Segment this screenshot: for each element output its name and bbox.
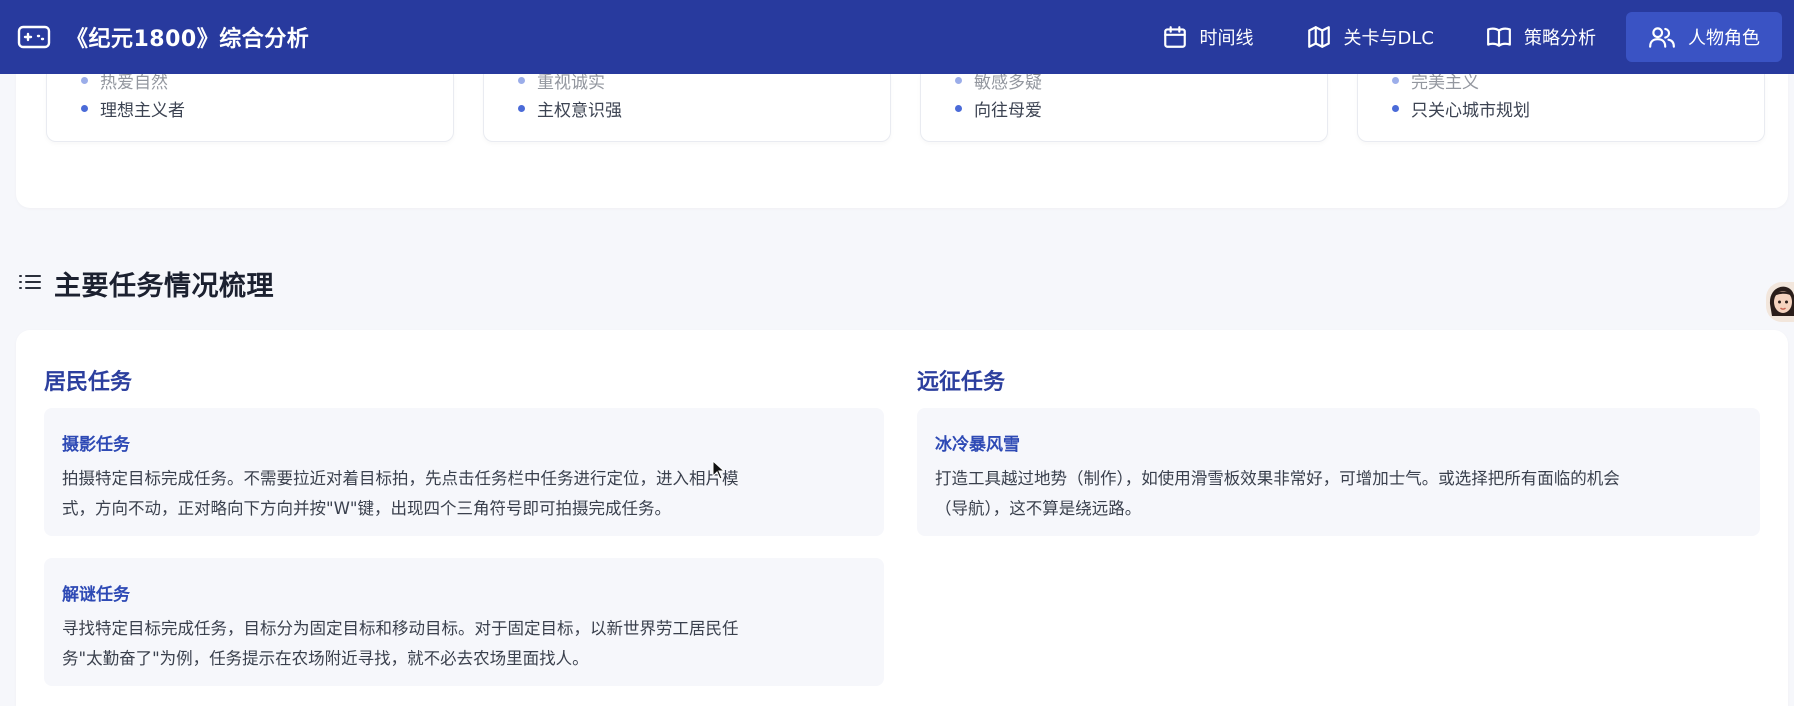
nav-item-levels-dlc[interactable]: 关卡与DLC — [1284, 12, 1456, 62]
users-icon — [1648, 24, 1676, 50]
gamepad-icon — [16, 19, 52, 55]
nav-label: 人物角色 — [1688, 28, 1760, 49]
mouse-cursor-icon — [712, 460, 726, 480]
trait-card: 敏感多疑 向往母爱 — [920, 73, 1328, 142]
nav-label: 时间线 — [1199, 28, 1254, 49]
calendar-icon — [1162, 24, 1188, 50]
task-item-photography: 摄影任务 拍摄特定目标完成任务。不需要拉近对着目标拍，先点击任务栏中任务进行定位… — [44, 408, 884, 536]
task-item-blizzard: 冰冷暴风雪 打造工具越过地势（制作），如使用滑雪板效果非常好，可增加士气。或选择… — [917, 408, 1760, 536]
app-title: 《纪元1800》综合分析 — [66, 27, 310, 52]
task-name: 摄影任务 — [62, 435, 130, 455]
nav-item-timeline[interactable]: 时间线 — [1140, 12, 1276, 62]
list-icon — [18, 272, 42, 296]
trait-item: 向往母爱 — [955, 96, 1042, 121]
nav-label: 关卡与DLC — [1343, 28, 1434, 49]
trait-card: 重视诚实 主权意识强 — [483, 73, 891, 142]
section-header: 主要任务情况梳理 — [18, 264, 274, 303]
trait-item: 只关心城市规划 — [1392, 96, 1530, 121]
book-icon — [1486, 24, 1512, 50]
trait-item: 理想主义者 — [81, 96, 185, 121]
column-title-resident: 居民任务 — [44, 370, 133, 395]
tasks-card: 居民任务 远征任务 摄影任务 拍摄特定目标完成任务。不需要拉近对着目标拍，先点击… — [16, 330, 1788, 706]
trait-card: 热爱自然 理想主义者 — [46, 73, 454, 142]
column-title-expedition: 远征任务 — [917, 370, 1006, 395]
task-description: 拍摄特定目标完成任务。不需要拉近对着目标拍，先点击任务栏中任务进行定位，进入相片… — [62, 469, 739, 518]
nav-label: 策略分析 — [1524, 28, 1596, 49]
nav-item-characters[interactable]: 人物角色 — [1626, 12, 1782, 62]
task-description: 寻找特定目标完成任务，目标分为固定目标和移动目标。对于固定目标，以新世界劳工居民… — [62, 619, 739, 668]
nav-item-strategy[interactable]: 策略分析 — [1464, 12, 1618, 62]
map-icon — [1306, 24, 1332, 50]
section-title: 主要任务情况梳理 — [54, 271, 274, 302]
task-name: 解谜任务 — [62, 585, 130, 605]
trait-card: 完美主义 只关心城市规划 — [1357, 73, 1765, 142]
task-item-puzzle: 解谜任务 寻找特定目标完成任务，目标分为固定目标和移动目标。对于固定目标，以新世… — [44, 558, 884, 686]
character-traits-section: 热爱自然 理想主义者 重视诚实 主权意识强 敏感多疑 向往母爱 完美主义 只关心… — [16, 73, 1788, 208]
brand[interactable]: 《纪元1800》综合分析 — [16, 19, 309, 55]
task-description: 打造工具越过地势（制作），如使用滑雪板效果非常好，可增加士气。或选择把所有面临的… — [935, 469, 1620, 518]
assistant-avatar[interactable] — [1766, 282, 1794, 322]
task-name: 冰冷暴风雪 — [935, 435, 1020, 455]
top-navigation-bar: 《纪元1800》综合分析 时间线 关卡与DLC 策略分析 人物角色 — [0, 0, 1794, 74]
trait-item: 主权意识强 — [518, 96, 622, 121]
main-nav: 时间线 关卡与DLC 策略分析 人物角色 — [1140, 12, 1782, 62]
